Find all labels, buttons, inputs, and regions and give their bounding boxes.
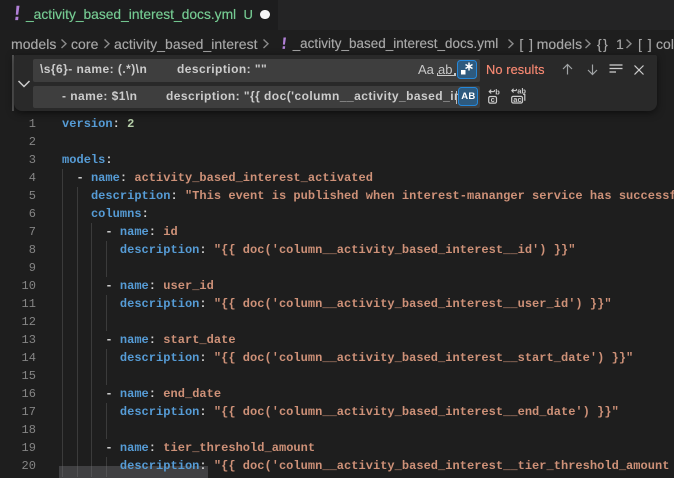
svg-text:c: c: [491, 95, 495, 104]
svg-text:ac: ac: [513, 95, 521, 104]
svg-text:b: b: [495, 89, 500, 96]
